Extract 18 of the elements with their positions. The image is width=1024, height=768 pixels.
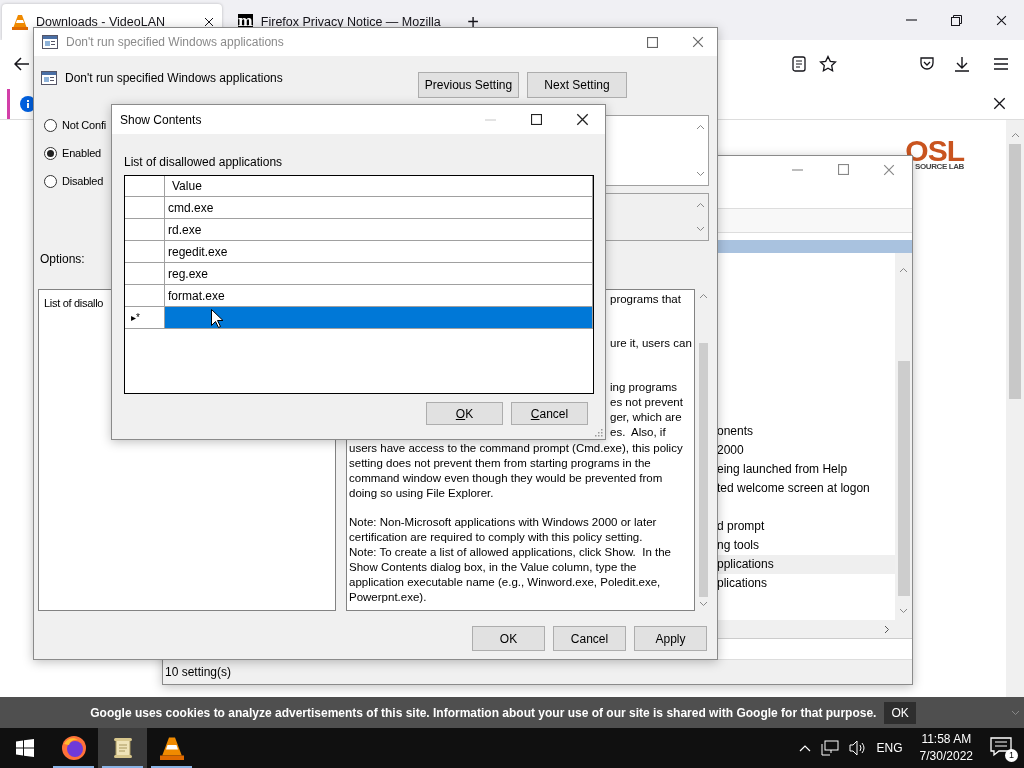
list-label: List of disallowed applications [124,155,283,169]
help-text: es not prevent [610,396,683,408]
help-text: ger, which are [610,411,682,423]
options-text: List of disallo [44,297,104,309]
policy-heading: Don't run specified Windows applications [65,71,283,85]
help-paragraph: Note: Non-Microsoft applications with Windows 2000 or later certification are required to comply with this policy setting. [349,515,658,545]
help-text: programs that [610,293,681,305]
cookie-notice: Google uses cookies to analyze advertisements of this site. Information about your use of our site is shared with Google for that purpose. [90,705,877,720]
help-paragraph: users have access to the command prompt (Cmd.exe), this policy setting does not prevent them from starting programs in the command window even though they would be prevented from doing so using File Explorer. [349,441,684,501]
notification-count: 1 [1005,749,1018,762]
window-title: Show Contents [120,112,202,127]
status-text: 10 setting(s) [165,665,232,680]
help-paragraph: Note: To create a list of allowed applications, click Show. In the Show Contents dialog box, in the Value column, type the application executable name (e.g., Winword.exe, Poledit.exe, Powerpnt.exe). [349,545,672,605]
options-label: Options: [40,252,85,266]
help-text: ing programs [610,381,678,393]
help-text: es. Also, if [610,426,666,438]
help-text: ure it, users can [610,337,692,349]
logo-tagline: SOURCE LAB [915,162,964,171]
